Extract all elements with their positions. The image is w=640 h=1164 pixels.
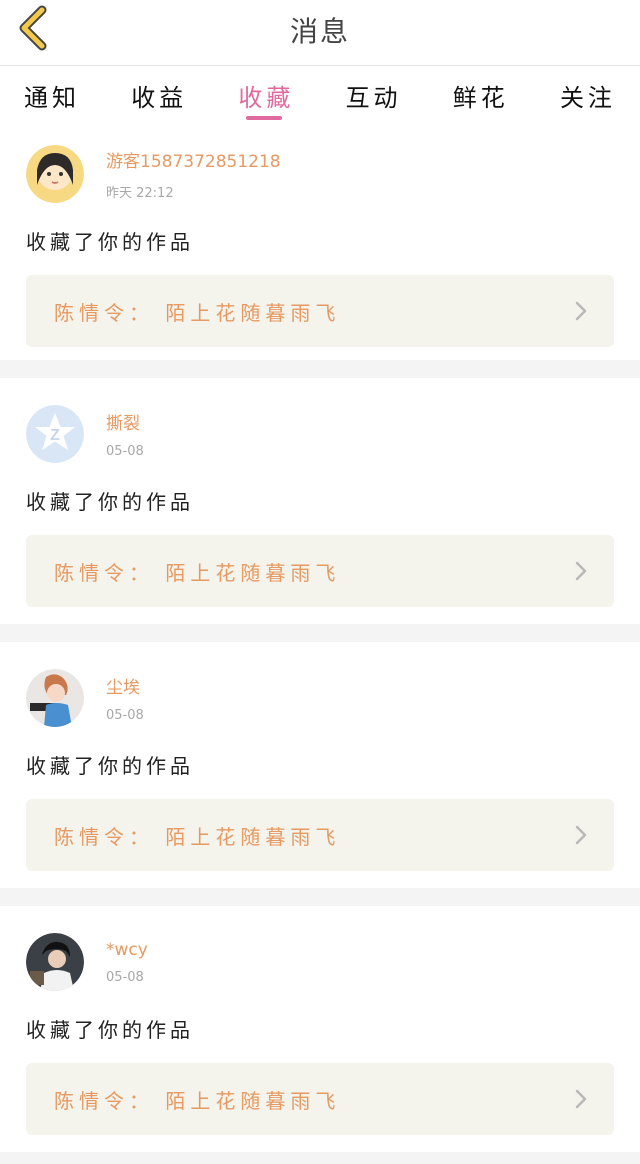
avatar[interactable]: Z xyxy=(26,405,84,463)
work-link[interactable]: 陈情令： 陌上花随暮雨飞 xyxy=(26,535,614,607)
work-title: 陈情令： 陌上花随暮雨飞 xyxy=(54,1088,341,1113)
top-bar: 消息 xyxy=(0,0,640,66)
action-text: 收藏了你的作品 xyxy=(26,1018,194,1042)
chevron-right-icon xyxy=(575,561,587,581)
tab-favorites[interactable]: 收藏 xyxy=(238,66,294,130)
work-link[interactable]: 陈情令： 陌上花随暮雨飞 xyxy=(26,275,614,347)
username[interactable]: 尘埃 xyxy=(106,673,144,698)
work-title: 陈情令： 陌上花随暮雨飞 xyxy=(54,824,341,849)
list-item: 游客1587372851218 昨天 22:12 收藏了你的作品 陈情令： 陌上… xyxy=(0,130,640,360)
avatar[interactable] xyxy=(26,145,84,203)
avatar[interactable] xyxy=(26,933,84,991)
svg-text:Z: Z xyxy=(50,427,60,444)
user-avatar-image xyxy=(26,933,84,991)
avatar[interactable] xyxy=(26,669,84,727)
tab-label: 通知 xyxy=(24,84,80,112)
action-text: 收藏了你的作品 xyxy=(26,754,194,778)
timestamp: 昨天 22:12 xyxy=(106,186,174,201)
action-text: 收藏了你的作品 xyxy=(26,230,194,254)
tab-bar: 通知 收益 收藏 互动 鲜花 关注 xyxy=(0,66,640,130)
tab-follows[interactable]: 关注 xyxy=(560,66,616,130)
default-avatar-icon: Z xyxy=(26,405,84,463)
tab-label: 收藏 xyxy=(238,84,295,112)
tab-label: 互动 xyxy=(345,84,402,112)
chevron-right-icon xyxy=(575,301,587,321)
username[interactable]: 撕裂 xyxy=(106,409,144,434)
page-title: 消息 xyxy=(289,15,350,48)
work-title: 陈情令： 陌上花随暮雨飞 xyxy=(54,560,341,585)
list-item: Z 撕裂 05-08 收藏了你的作品 陈情令： 陌上花随暮雨飞 xyxy=(0,378,640,624)
work-link[interactable]: 陈情令： 陌上花随暮雨飞 xyxy=(26,799,614,871)
tab-label: 收益 xyxy=(131,84,188,112)
timestamp: 05-08 xyxy=(106,444,144,459)
timestamp: 05-08 xyxy=(106,708,144,723)
list-item: 尘埃 05-08 收藏了你的作品 陈情令： 陌上花随暮雨飞 xyxy=(0,642,640,888)
tab-earnings[interactable]: 收益 xyxy=(131,66,187,130)
username[interactable]: *wcy xyxy=(106,940,148,960)
user-avatar-image xyxy=(26,145,84,203)
tab-notifications[interactable]: 通知 xyxy=(24,66,80,130)
tab-label: 鲜花 xyxy=(452,84,509,112)
work-title: 陈情令： 陌上花随暮雨飞 xyxy=(54,300,341,325)
username[interactable]: 游客1587372851218 xyxy=(106,147,281,172)
chevron-right-icon xyxy=(575,825,587,845)
work-link[interactable]: 陈情令： 陌上花随暮雨飞 xyxy=(26,1063,614,1135)
tab-flowers[interactable]: 鲜花 xyxy=(453,66,509,130)
action-text: 收藏了你的作品 xyxy=(26,490,194,514)
tab-interactions[interactable]: 互动 xyxy=(346,66,402,130)
active-tab-indicator xyxy=(246,116,283,120)
timestamp: 05-08 xyxy=(106,969,144,985)
list-item: *wcy 05-08 收藏了你的作品 陈情令： 陌上花随暮雨飞 xyxy=(0,906,640,1152)
user-avatar-image xyxy=(26,669,84,727)
chevron-right-icon xyxy=(575,1089,587,1109)
tab-label: 关注 xyxy=(559,84,616,112)
